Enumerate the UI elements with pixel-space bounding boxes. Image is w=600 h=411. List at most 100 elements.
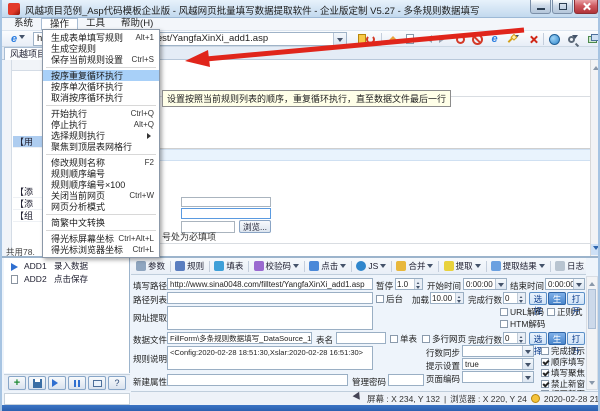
page-text-field-focused[interactable]	[181, 208, 271, 219]
maximize-button[interactable]	[552, 0, 573, 14]
menu-item-highlighted[interactable]: 按序重复循环执行	[43, 70, 159, 81]
menu-item[interactable]: 简繁中文转换	[43, 217, 159, 228]
stop-button[interactable]	[469, 32, 486, 46]
tab-params[interactable]: 参数	[134, 259, 167, 273]
tip-setting-select[interactable]: true	[462, 358, 534, 370]
pause-stepper[interactable]: 1.0	[395, 278, 423, 290]
tab-extract[interactable]: 提取	[442, 259, 483, 273]
tab-fill-form[interactable]: 填表	[212, 259, 245, 273]
home-button[interactable]	[384, 32, 401, 46]
scroll-down-icon[interactable]	[591, 244, 600, 255]
background-checkbox[interactable]: 后台	[376, 293, 403, 305]
save-button[interactable]	[28, 376, 46, 390]
menu-item[interactable]: 聚焦到顶层表网格行	[43, 141, 159, 152]
browse-button[interactable]: 浏览...	[239, 220, 271, 233]
tab-extract-result[interactable]: 提取结果	[489, 259, 547, 273]
single-table-checkbox[interactable]: 单表	[390, 333, 417, 345]
pause-button[interactable]	[68, 376, 86, 390]
menu-item[interactable]: 停止执行Alt+Q	[43, 119, 159, 130]
close-page-button[interactable]	[525, 32, 542, 46]
help-button[interactable]: ?	[108, 376, 126, 390]
forward-icon	[439, 35, 449, 43]
end-time-select[interactable]: 0:00:00	[545, 278, 585, 290]
panel-scrollbar[interactable]	[586, 276, 598, 390]
reload-button[interactable]	[452, 32, 469, 46]
select2-button[interactable]: 选择	[529, 332, 547, 345]
tab-merge[interactable]: 合并	[394, 259, 435, 273]
menu-item[interactable]: 修改规则名称F2	[43, 157, 159, 168]
menu-item[interactable]: 生成空规则	[43, 43, 159, 54]
minimize-button[interactable]	[530, 0, 551, 14]
menu-item[interactable]: 关闭当前网页Ctrl+W	[43, 190, 159, 201]
menu-item[interactable]: 开始执行Ctrl+Q	[43, 108, 159, 119]
url-extract-textarea[interactable]	[167, 306, 373, 330]
row-sync-select[interactable]	[462, 345, 534, 357]
admin-pwd-input[interactable]	[388, 374, 424, 386]
forward-button[interactable]	[435, 32, 452, 46]
menu-item[interactable]: 选择规则执行	[43, 130, 159, 141]
scrollbar-thumb[interactable]	[588, 289, 596, 329]
rule-desc-textarea[interactable]: <Config:2020-02-28 18:51:30,Xslar:2020-0…	[167, 346, 373, 370]
new-window-button[interactable]	[401, 32, 418, 46]
page-text-field[interactable]	[181, 197, 271, 207]
menu-item[interactable]: 得光标屏幕坐标Ctrl+Alt+L	[43, 233, 159, 244]
ie-button[interactable]: e	[486, 32, 503, 46]
tab-js[interactable]: JS	[354, 260, 388, 272]
folder-icon	[396, 261, 406, 271]
run-button[interactable]	[48, 376, 66, 390]
menu-system[interactable]: 系统	[6, 18, 41, 30]
multi-row-page-checkbox[interactable]: 多行网页	[422, 333, 466, 345]
export-button[interactable]	[585, 32, 600, 46]
menu-separator	[46, 67, 156, 68]
generate-button[interactable]: 生成	[548, 292, 566, 305]
chevron-down-icon	[293, 264, 299, 271]
open-button[interactable]: 打开	[567, 292, 585, 305]
menu-item[interactable]: 生成表单填写规则Alt+1	[43, 32, 159, 43]
menu-item[interactable]: 取消按序循环执行	[43, 92, 159, 103]
list-item[interactable]: ADD1 录入数据	[4, 260, 129, 273]
path-list-input[interactable]	[167, 292, 373, 304]
menu-item[interactable]: 规则顺序编号×100	[43, 179, 159, 190]
url-dropdown-button[interactable]	[333, 33, 346, 45]
url-decode-checkbox[interactable]: URL解码	[500, 306, 544, 318]
open2-button[interactable]: 打开	[567, 332, 585, 345]
engine-select-button[interactable]: e	[5, 32, 31, 46]
menu-item[interactable]: 规则顺序编号	[43, 168, 159, 179]
start-time-select[interactable]: 0:00:00	[463, 278, 507, 290]
done-rows2-stepper[interactable]: 0	[503, 332, 526, 344]
globe-button[interactable]	[546, 32, 563, 46]
list-item[interactable]: ADD2 点击保存	[4, 273, 129, 286]
close-button[interactable]	[574, 0, 598, 14]
viewport-scrollbar[interactable]	[590, 60, 600, 256]
tab-rules[interactable]: 规则	[173, 259, 206, 273]
htm-decode-checkbox[interactable]: HTM解码	[500, 318, 545, 330]
new-attr-input[interactable]	[167, 374, 348, 386]
scroll-up-icon[interactable]	[591, 61, 600, 71]
open-window-button[interactable]	[88, 376, 106, 390]
table-name-input[interactable]	[336, 332, 386, 344]
load-label: 加载	[412, 294, 429, 306]
scroll-up-icon[interactable]	[587, 277, 597, 287]
zoom-button[interactable]	[563, 32, 583, 46]
encoding-select[interactable]	[462, 371, 534, 383]
scroll-down-icon[interactable]	[587, 379, 597, 389]
go-refresh-button[interactable]	[354, 32, 378, 46]
menu-item[interactable]: 保存当前规则设置Ctrl+S	[43, 54, 159, 65]
add-button[interactable]: +	[8, 376, 26, 390]
done-rows-stepper[interactable]: 0	[503, 292, 526, 304]
load-stepper[interactable]: 10.00	[430, 292, 464, 304]
tab-captcha[interactable]: 校验码	[252, 259, 302, 273]
generate2-button[interactable]: 生成	[548, 332, 566, 345]
chevron-down-icon	[573, 279, 584, 289]
menu-item[interactable]: 按序单次循环执行	[43, 81, 159, 92]
back-button[interactable]	[418, 32, 435, 46]
select-button[interactable]: 选择	[529, 292, 547, 305]
menu-item[interactable]: 得光标浏览器坐标Ctrl+L	[43, 244, 159, 255]
data-file-input[interactable]: FillForm\多条规则数据填写_DataSource_1	[167, 332, 312, 344]
tab-log[interactable]: 日志	[553, 259, 586, 273]
tools-wand-button[interactable]	[503, 32, 523, 46]
fill-path-input[interactable]: http://www.sina0048.com/filltest/YangfaX…	[167, 278, 373, 290]
menu-item[interactable]: 网页分析模式	[43, 201, 159, 212]
tab-click[interactable]: 点击	[307, 259, 348, 273]
regex-checkbox[interactable]: 正则式	[547, 306, 583, 318]
